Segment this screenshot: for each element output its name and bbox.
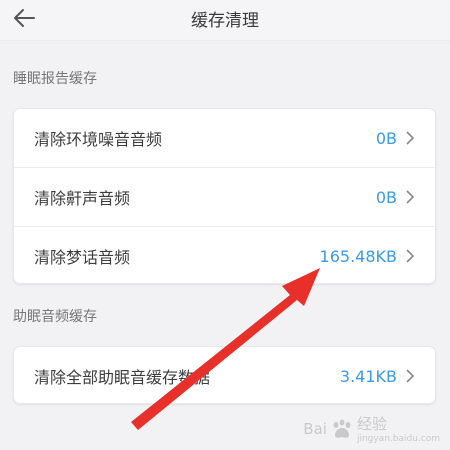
- sleep-aid-cache-card: 清除全部助眠音缓存数据 3.41KB: [13, 346, 436, 404]
- row-value: 0B: [375, 187, 397, 207]
- row-value: 0B: [375, 128, 397, 148]
- clear-all-sleep-aid-cache-row[interactable]: 清除全部助眠音缓存数据 3.41KB: [14, 347, 435, 405]
- clear-snore-audio-row[interactable]: 清除鼾声音频 0B: [14, 167, 435, 226]
- section-label-sleep-aid: 助眠音频缓存: [13, 309, 97, 325]
- chevron-right-icon: [406, 131, 415, 145]
- watermark-text-jingyan: 经验: [356, 415, 387, 433]
- clear-sleeptalk-audio-row[interactable]: 清除梦话音频 165.48KB: [14, 226, 435, 285]
- page-title: 缓存清理: [191, 11, 259, 31]
- chevron-right-icon: [406, 249, 415, 263]
- row-label: 清除梦话音频: [34, 248, 131, 267]
- row-label: 清除环境噪音音频: [34, 130, 163, 149]
- top-bar: 缓存清理: [0, 0, 450, 41]
- baidu-paw-icon: [333, 419, 351, 438]
- section-label-sleep-report: 睡眠报告缓存: [13, 71, 97, 87]
- sleep-report-cache-card: 清除环境噪音音频 0B 清除鼾声音频 0B 清除梦话音频 165.48KB: [13, 108, 436, 284]
- clear-noise-audio-row[interactable]: 清除环境噪音音频 0B: [14, 109, 435, 167]
- row-value: 3.41KB: [339, 366, 397, 386]
- chevron-right-icon: [406, 369, 415, 383]
- row-label: 清除鼾声音频: [34, 189, 131, 208]
- row-label: 清除全部助眠音缓存数据: [34, 368, 211, 387]
- watermark-text-bai: Bai: [303, 419, 327, 438]
- chevron-right-icon: [406, 190, 415, 204]
- row-value: 165.48KB: [319, 246, 397, 266]
- watermark-url: jingyan.baidu.com: [356, 434, 440, 444]
- baidu-watermark: Bai 经验 jingyan.baidu.com: [303, 413, 440, 444]
